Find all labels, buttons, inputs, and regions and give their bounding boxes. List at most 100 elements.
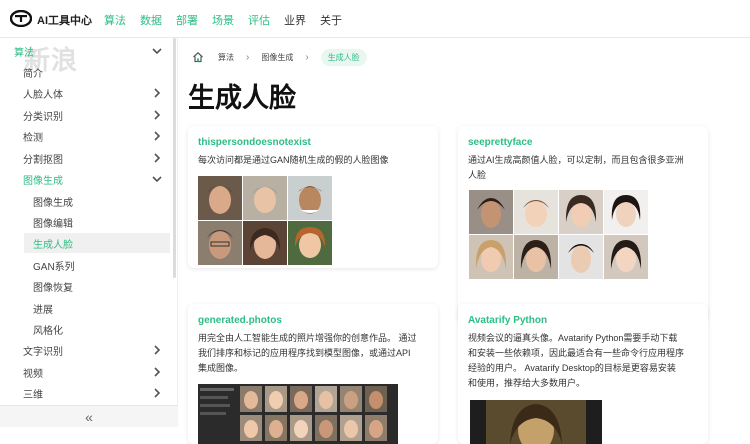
card-description: 通过AI生成高颜值人脸，可以定制，而且包含很多亚洲 人脸 [468, 153, 684, 183]
nav-link-data[interactable]: 数据 [140, 12, 162, 28]
card-description: 用完全由人工智能生成的照片增强你的创意作品。 通过 我们排序和标记的应用程序找到… [198, 331, 417, 376]
sidebar-item-label: 分类识别 [23, 111, 63, 123]
sidebar-item-text-recognition[interactable]: 文字识别 [0, 340, 170, 360]
face-image [559, 190, 603, 234]
sidebar-item-label: 视频 [23, 368, 43, 380]
face-image-grid [469, 190, 648, 279]
sidebar-item-3d[interactable]: 三维 [0, 383, 170, 403]
brand-title[interactable]: AI工具中心 [37, 12, 92, 28]
face-image [288, 176, 332, 220]
face-image [469, 190, 513, 234]
sidebar-item-label: 图像生成 [23, 175, 63, 187]
breadcrumb-image-generation[interactable]: 图像生成 [261, 52, 293, 63]
chevron-right-icon [154, 131, 161, 141]
card-title[interactable]: generated.photos [198, 315, 282, 326]
card-title[interactable]: seeprettyface [468, 137, 532, 148]
chevron-right-icon [154, 367, 161, 377]
card-description: 视频会议的逼真头像。Avatarify Python需要手动下载 和安装一些依赖… [468, 331, 684, 391]
sidebar-item-segmentation[interactable]: 分割抠图 [0, 148, 170, 168]
card-description-line: 人脸 [468, 170, 487, 180]
breadcrumb-algorithm[interactable]: 算法 [218, 52, 234, 63]
nav-link-scenario[interactable]: 场景 [212, 12, 234, 28]
face-image [559, 235, 603, 279]
face-image [198, 176, 242, 220]
nav-link-about[interactable]: 关于 [320, 12, 342, 28]
sidebar-item-label: 图像生成 [33, 197, 73, 209]
sidebar-subitem-face-generation[interactable]: 生成人脸 [24, 233, 170, 253]
card-description-line: 和安装一些依赖项，因此最适合有一些命令行应用程序 [468, 348, 685, 358]
top-nav: AI工具中心 算法 数据 部署 场景 评估 业界 关于 [0, 0, 750, 38]
sidebar-item-label: 进展 [33, 304, 53, 316]
sidebar-item-label: 文字识别 [23, 346, 63, 358]
card-seeprettyface[interactable]: seeprettyface 通过AI生成高颜值人脸，可以定制，而且包含很多亚洲 … [458, 126, 708, 322]
card-description-line: 经验的用户。 Avatarify Desktop的目标是更容易安装 [468, 363, 676, 373]
sidebar-subitem-gan-series[interactable]: GAN系列 [0, 255, 170, 275]
chevron-right-icon [154, 153, 161, 163]
sidebar-item-label: 检测 [23, 132, 43, 144]
sidebar-item-label: 人脸人体 [23, 89, 63, 101]
card-description-line: 通过AI生成高颜值人脸，可以定制，而且包含很多亚洲 [468, 155, 684, 165]
sidebar-subitem-stylization[interactable]: 风格化 [0, 319, 170, 339]
breadcrumb: 算法 › 图像生成 › 生成人脸 [192, 48, 367, 66]
sidebar-section-algorithm[interactable]: 算法 [0, 41, 170, 61]
card-avatarify-python[interactable]: Avatarify Python 视频会议的逼真头像。Avatarify Pyt… [458, 304, 708, 444]
sidebar-subitem-image-generation[interactable]: 图像生成 [0, 191, 170, 211]
card-description: 每次访问都是通过GAN随机生成的假的人脸图像 [198, 155, 389, 165]
chevron-right-icon [154, 110, 161, 120]
sidebar-item-label: 图像编辑 [33, 218, 73, 230]
sidebar-collapse-button[interactable]: « [0, 405, 178, 427]
face-image [604, 235, 648, 279]
face-image [469, 235, 513, 279]
home-icon[interactable] [192, 51, 204, 63]
chevron-right-icon [154, 345, 161, 355]
sidebar-item-video[interactable]: 视频 [0, 362, 170, 382]
sidebar-item-detection[interactable]: 检测 [0, 126, 170, 146]
card-description-line: 和使用，推荐给大多数用户。 [468, 378, 586, 388]
sidebar-item-label: 风格化 [33, 325, 63, 337]
face-image [243, 176, 287, 220]
sidebar-item-label: 生成人脸 [33, 239, 73, 251]
sidebar-subitem-progress[interactable]: 进展 [0, 298, 170, 318]
sidebar-item-label: 简介 [23, 68, 43, 80]
avatarify-preview-image [470, 400, 602, 444]
nav-links: 算法 数据 部署 场景 评估 业界 关于 [104, 12, 356, 28]
sidebar-subitem-image-editing[interactable]: 图像编辑 [0, 212, 170, 232]
card-thispersondoesnotexist[interactable]: thispersondoesnotexist 每次访问都是通过GAN随机生成的假… [188, 126, 438, 268]
main-content: 算法 › 图像生成 › 生成人脸 生成人脸 thispersondoesnote… [178, 38, 750, 444]
face-image [243, 221, 287, 265]
nav-link-deploy[interactable]: 部署 [176, 12, 198, 28]
sidebar-item-face-body[interactable]: 人脸人体 [0, 83, 170, 103]
card-generated-photos[interactable]: generated.photos 用完全由人工智能生成的照片增强你的创意作品。 … [188, 304, 438, 444]
logo-icon[interactable] [10, 10, 32, 27]
sidebar-section-label: 算法 [14, 47, 34, 59]
nav-link-algorithm[interactable]: 算法 [104, 12, 126, 28]
face-image [288, 221, 332, 265]
face-image [604, 190, 648, 234]
chevron-right-icon [154, 388, 161, 398]
chevron-right-icon [154, 88, 161, 98]
sidebar: 新浪 算法 简介 人脸人体 分类识别 检测 分割抠图 图像生成 图像生成 图像编… [0, 38, 178, 427]
card-description-line: 用完全由人工智能生成的照片增强你的创意作品。 通过 [198, 333, 417, 343]
nav-link-industry[interactable]: 业界 [284, 12, 306, 28]
sidebar-item-classification[interactable]: 分类识别 [0, 105, 170, 125]
sidebar-subitem-image-restoration[interactable]: 图像恢复 [0, 276, 170, 296]
card-description-line: 我们排序和标记的应用程序找到模型图像，或通过API [198, 348, 411, 358]
sidebar-item-label: GAN系列 [33, 261, 75, 273]
card-description-line: 集成图像。 [198, 363, 244, 373]
sidebar-item-intro[interactable]: 简介 [0, 62, 170, 82]
face-image [514, 190, 558, 234]
card-title[interactable]: thispersondoesnotexist [198, 137, 311, 148]
sidebar-item-label: 图像恢复 [33, 282, 73, 294]
breadcrumb-separator-icon: › [305, 51, 309, 63]
breadcrumb-separator-icon: › [246, 51, 250, 63]
chevron-down-icon [152, 176, 162, 183]
nav-link-evaluation[interactable]: 评估 [248, 12, 270, 28]
card-title[interactable]: Avatarify Python [468, 315, 547, 326]
page-title: 生成人脸 [188, 83, 296, 113]
sidebar-scrollbar[interactable] [173, 38, 176, 278]
breadcrumb-current: 生成人脸 [320, 48, 367, 66]
generated-photos-screenshot [198, 384, 398, 444]
chevron-down-icon [152, 48, 162, 55]
sidebar-item-image-generation[interactable]: 图像生成 [0, 169, 170, 189]
double-chevron-left-icon: « [85, 409, 93, 425]
